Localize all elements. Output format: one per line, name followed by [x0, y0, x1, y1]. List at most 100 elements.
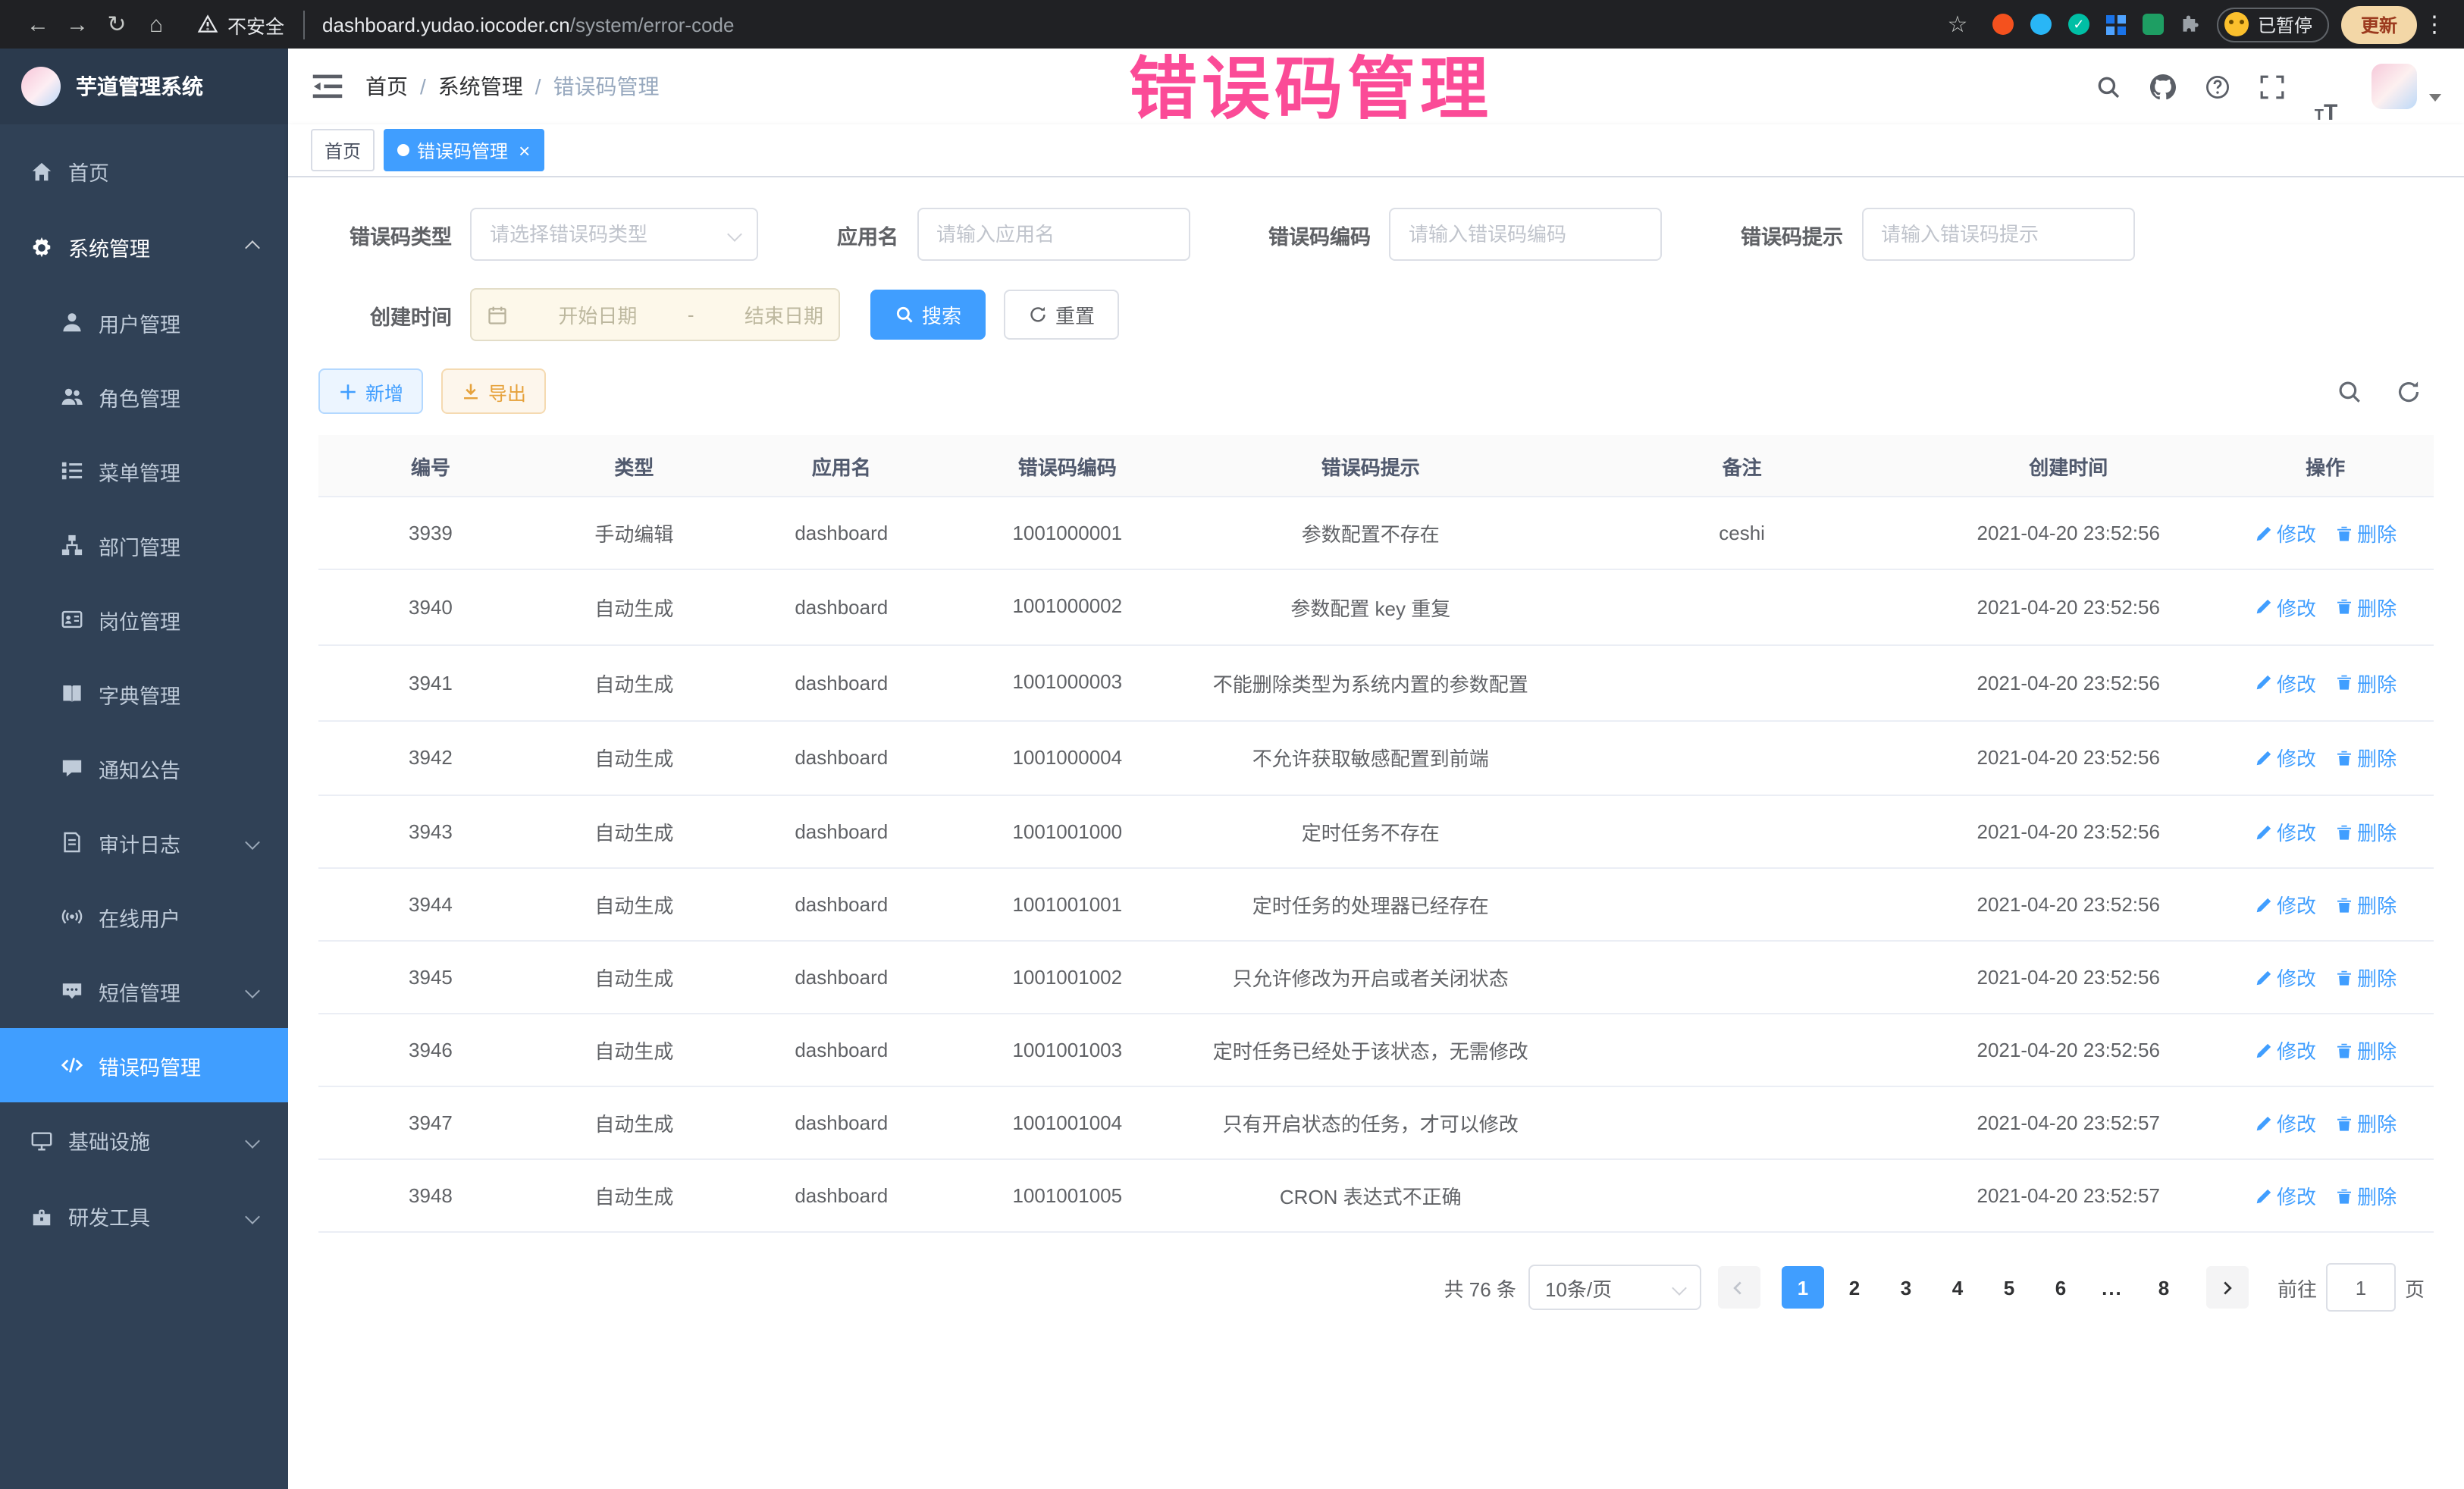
page-button-3[interactable]: 3 — [1885, 1267, 1927, 1309]
cell-app: dashboard — [726, 942, 958, 1014]
tab-home[interactable]: 首页 — [311, 129, 375, 171]
hamburger-button[interactable] — [311, 70, 344, 103]
user-avatar[interactable] — [2372, 64, 2417, 109]
search-button[interactable]: 搜索 — [870, 290, 986, 340]
sidebar-item-dept[interactable]: 部门管理 — [0, 508, 288, 582]
docs-help-button[interactable] — [2193, 49, 2241, 124]
extension-icon[interactable] — [1992, 14, 2014, 35]
tab-error-code[interactable]: 错误码管理× — [384, 129, 544, 171]
reset-button[interactable]: 重置 — [1004, 290, 1119, 340]
delete-link[interactable]: 删除 — [2334, 891, 2397, 920]
security-badge[interactable]: 不安全 — [197, 10, 304, 39]
sidebar-item-notice[interactable]: 通知公告 — [0, 731, 288, 805]
edit-link[interactable]: 修改 — [2254, 891, 2316, 920]
tags-view-bar: 首页错误码管理× — [288, 124, 2464, 177]
extension-icon[interactable] — [2106, 14, 2126, 34]
edit-link[interactable]: 修改 — [2254, 1036, 2316, 1065]
delete-link[interactable]: 删除 — [2334, 744, 2397, 773]
delete-link[interactable]: 删除 — [2334, 593, 2397, 622]
delete-link[interactable]: 删除 — [2334, 1036, 2397, 1065]
extension-icon[interactable] — [2030, 14, 2052, 35]
sidebar-item-role[interactable]: 角色管理 — [0, 359, 288, 434]
sidebar-item-system[interactable]: 系统管理 — [0, 209, 288, 285]
sidebar-item-label: 首页 — [68, 156, 109, 187]
sidebar-item-post[interactable]: 岗位管理 — [0, 582, 288, 657]
app-name-input[interactable] — [917, 208, 1190, 261]
cell-code: 1001001001 — [958, 869, 1177, 942]
cell-app: dashboard — [726, 720, 958, 796]
address-bar[interactable]: dashboard.yudao.iocoder.cn/system/error-… — [322, 13, 1938, 36]
edit-link[interactable]: 修改 — [2254, 818, 2316, 847]
sidebar-item-error-code[interactable]: 错误码管理 — [0, 1028, 288, 1102]
page-button-8[interactable]: 8 — [2143, 1267, 2185, 1309]
delete-link[interactable]: 删除 — [2334, 1109, 2397, 1138]
date-start-input[interactable]: 开始日期 — [558, 300, 637, 329]
chevron-right-icon — [2219, 1280, 2236, 1296]
page-size-select[interactable]: 10条/页 — [1528, 1265, 1701, 1311]
edit-link[interactable]: 修改 — [2254, 744, 2316, 773]
date-range-picker[interactable]: 开始日期 - 结束日期 — [470, 288, 840, 341]
error-type-select[interactable] — [470, 208, 758, 261]
extension-icon[interactable]: ✓ — [2068, 14, 2089, 35]
puzzle-extension-icon[interactable] — [2180, 14, 2202, 35]
github-button[interactable] — [2138, 49, 2187, 124]
delete-link[interactable]: 删除 — [2334, 1182, 2397, 1211]
sidebar-item-user[interactable]: 用户管理 — [0, 285, 288, 359]
breadcrumb-system[interactable]: 系统管理 — [438, 71, 523, 102]
error-hint-input[interactable] — [1861, 208, 2134, 261]
table-refresh-button[interactable] — [2396, 378, 2422, 404]
add-button[interactable]: 新增 — [318, 368, 423, 414]
error-code-input[interactable] — [1389, 208, 1662, 261]
next-page-button[interactable] — [2206, 1267, 2249, 1309]
table-search-button[interactable] — [2337, 378, 2362, 404]
cell-remark — [1564, 1160, 1920, 1233]
sidebar-item-dev-tools[interactable]: 研发工具 — [0, 1178, 288, 1254]
badge-icon — [61, 608, 83, 631]
browser-update-button[interactable]: 更新 — [2341, 5, 2417, 43]
edit-link[interactable]: 修改 — [2254, 964, 2316, 992]
date-end-input[interactable]: 结束日期 — [745, 300, 823, 329]
sidebar-item-sms[interactable]: 短信管理 — [0, 954, 288, 1028]
page-button-6[interactable]: 6 — [2039, 1267, 2082, 1309]
font-size-button[interactable]: TT — [2302, 49, 2350, 124]
browser-menu-button[interactable]: ⋮ — [2423, 11, 2446, 38]
page-button-2[interactable]: 2 — [1833, 1267, 1876, 1309]
goto-page-input[interactable] — [2326, 1264, 2396, 1312]
cell-id: 3945 — [318, 942, 543, 1014]
browser-back-button[interactable]: ← — [18, 5, 58, 44]
export-button[interactable]: 导出 — [441, 368, 546, 414]
page-button-4[interactable]: 4 — [1936, 1267, 1979, 1309]
browser-home-button[interactable]: ⌂ — [136, 5, 176, 44]
sidebar-item-infra[interactable]: 基础设施 — [0, 1102, 288, 1178]
sidebar-item-dict[interactable]: 字典管理 — [0, 657, 288, 731]
breadcrumb-home[interactable]: 首页 — [365, 71, 408, 102]
edit-link[interactable]: 修改 — [2254, 519, 2316, 547]
browser-forward-button[interactable]: → — [58, 5, 97, 44]
sidebar-item-online-user[interactable]: 在线用户 — [0, 879, 288, 954]
sidebar-item-home[interactable]: 首页 — [0, 133, 288, 209]
github-icon — [2149, 74, 2175, 99]
delete-link[interactable]: 删除 — [2334, 964, 2397, 992]
prev-page-button[interactable] — [1718, 1267, 1760, 1309]
page-button-5[interactable]: 5 — [1988, 1267, 2030, 1309]
extension-icon[interactable] — [2143, 14, 2164, 35]
fullscreen-button[interactable] — [2247, 49, 2296, 124]
edit-link[interactable]: 修改 — [2254, 1109, 2316, 1138]
close-icon[interactable]: × — [519, 140, 530, 160]
delete-link[interactable]: 删除 — [2334, 519, 2397, 547]
header-search-button[interactable] — [2083, 49, 2132, 124]
bookmark-star-icon[interactable]: ☆ — [1938, 5, 1977, 44]
delete-link[interactable]: 删除 — [2334, 818, 2397, 847]
browser-profile-chip[interactable]: 已暂停 — [2217, 7, 2329, 42]
app-logo[interactable]: 芋道管理系统 — [0, 49, 288, 124]
browser-refresh-button[interactable]: ↻ — [97, 5, 136, 44]
page-more-button[interactable]: ... — [2091, 1267, 2133, 1309]
avatar-caret-icon[interactable] — [2429, 93, 2441, 101]
delete-link[interactable]: 删除 — [2334, 668, 2397, 697]
edit-link[interactable]: 修改 — [2254, 668, 2316, 697]
sidebar-item-audit-log[interactable]: 审计日志 — [0, 805, 288, 879]
edit-link[interactable]: 修改 — [2254, 593, 2316, 622]
page-button-1[interactable]: 1 — [1782, 1267, 1824, 1309]
edit-link[interactable]: 修改 — [2254, 1182, 2316, 1211]
sidebar-item-menu[interactable]: 菜单管理 — [0, 434, 288, 508]
